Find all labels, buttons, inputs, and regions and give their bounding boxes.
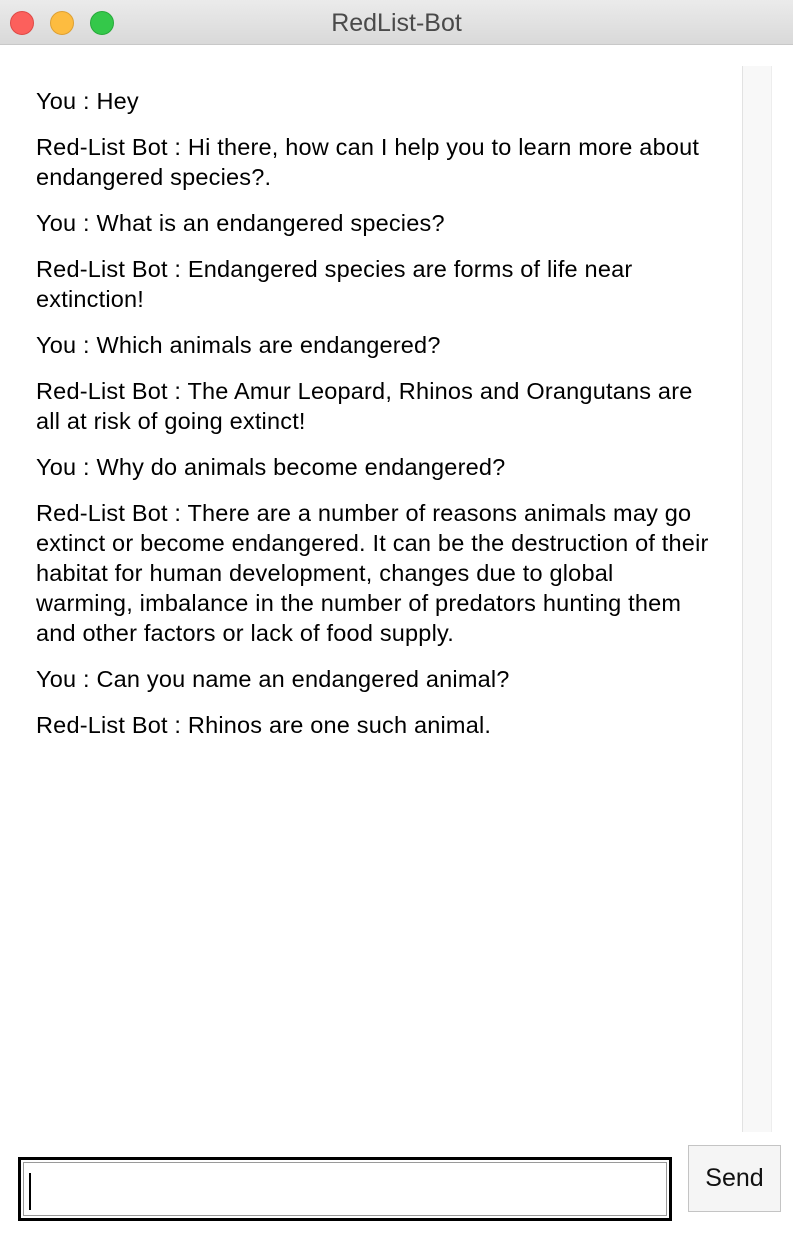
send-button[interactable]: Send	[688, 1145, 781, 1212]
window-title: RedList-Bot	[331, 9, 462, 37]
chat-message: You : Can you name an endangered animal?	[36, 666, 510, 692]
message-input[interactable]	[24, 1163, 666, 1215]
chat-message: Red-List Bot : The Amur Leopard, Rhinos …	[36, 378, 693, 434]
chat-message: You : Hey	[36, 88, 139, 114]
app-window: RedList-Bot You : Hey Red-List Bot : Hi …	[0, 0, 793, 1242]
chat-message: You : Why do animals become endangered?	[36, 454, 506, 480]
text-cursor	[29, 1173, 31, 1210]
chat-message: You : Which animals are endangered?	[36, 332, 441, 358]
chat-message: Red-List Bot : Endangered species are fo…	[36, 256, 633, 312]
chat-transcript[interactable]: You : Hey Red-List Bot : Hi there, how c…	[0, 45, 742, 1133]
chat-message: You : What is an endangered species?	[36, 210, 445, 236]
chat-message: Red-List Bot : There are a number of rea…	[36, 500, 709, 646]
message-input-border	[23, 1162, 667, 1216]
chat-message: Red-List Bot : Rhinos are one such anima…	[36, 712, 492, 738]
message-list: You : Hey Red-List Bot : Hi there, how c…	[36, 86, 716, 756]
chat-message: Red-List Bot : Hi there, how can I help …	[36, 134, 700, 190]
chat-scrollbar[interactable]	[742, 66, 772, 1132]
title-bar[interactable]: RedList-Bot	[0, 0, 793, 45]
message-input-frame	[18, 1157, 672, 1221]
